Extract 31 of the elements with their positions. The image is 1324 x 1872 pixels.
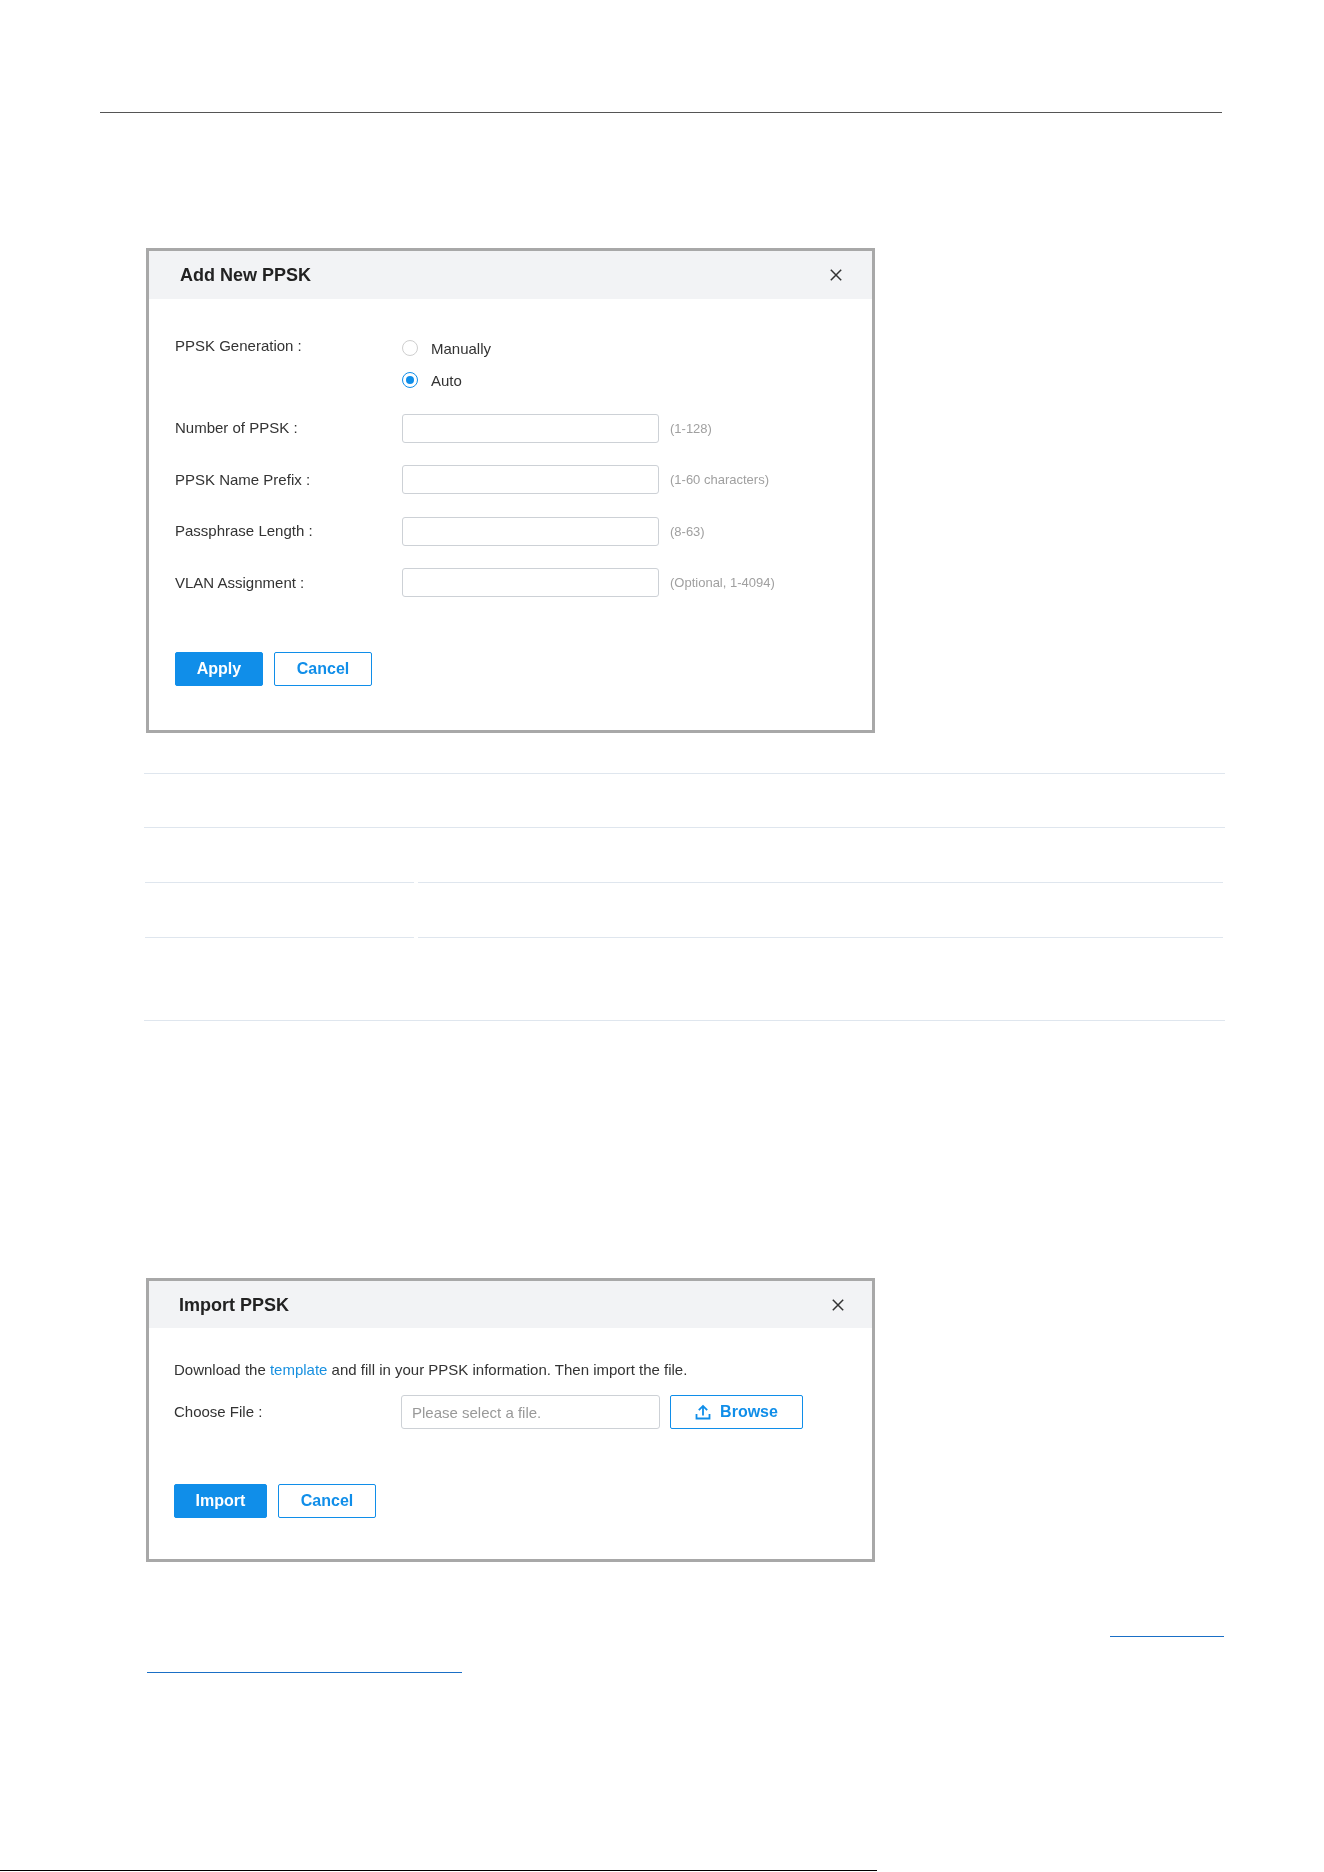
- radio-option[interactable]: Manually: [402, 332, 492, 364]
- cancel-button[interactable]: Cancel: [278, 1484, 376, 1518]
- input-field[interactable]: [402, 413, 659, 443]
- hint-text: (Optional, 1-4094): [670, 575, 775, 590]
- dialog-title: Import PPSK: [179, 1293, 289, 1316]
- input-field[interactable]: [402, 568, 659, 597]
- field-label: Number of PPSK :: [175, 418, 299, 438]
- browse-button[interactable]: Browse: [670, 1395, 803, 1429]
- hint-text: (1-128): [670, 420, 712, 436]
- field-label: PPSK Name Prefix :: [175, 469, 312, 490]
- radio-icon[interactable]: [402, 340, 418, 356]
- instruction-text: Download the template and fill in your PPSK information. Then import the file.: [174, 1360, 689, 1380]
- apply-button[interactable]: Apply: [175, 652, 263, 686]
- file-input-field[interactable]: Please select a file.: [401, 1395, 660, 1429]
- upload-icon: [695, 1404, 712, 1420]
- input-field[interactable]: [402, 465, 659, 494]
- radio-icon[interactable]: [402, 372, 418, 388]
- field-label: Passphrase Length :: [175, 521, 314, 541]
- field-label: VLAN Assignment :: [175, 572, 306, 593]
- close-icon[interactable]: [832, 1298, 844, 1311]
- close-icon[interactable]: [830, 269, 842, 281]
- template-link[interactable]: template: [269, 1361, 328, 1378]
- field-label: PPSK Generation :: [175, 336, 303, 356]
- dialog-title: Add New PPSK: [180, 264, 312, 286]
- hint-text: (8-63): [670, 523, 705, 539]
- hint-text: (1-60 characters): [670, 472, 769, 487]
- cancel-button[interactable]: Cancel: [274, 652, 372, 686]
- field-label: Choose File :: [174, 1402, 264, 1422]
- input-field[interactable]: [402, 516, 659, 546]
- import-button[interactable]: Import: [174, 1484, 267, 1518]
- radio-option[interactable]: Auto: [402, 364, 492, 396]
